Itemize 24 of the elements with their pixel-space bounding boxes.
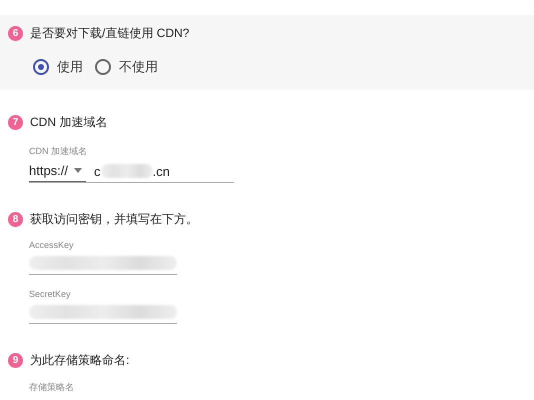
step-title: 获取访问密钥，并填写在下方。 <box>30 211 198 228</box>
redaction-blur <box>100 164 153 178</box>
step-number: 9 <box>8 353 23 368</box>
field-label: SecretKey <box>29 289 72 299</box>
step-title: 为此存储策略命名: <box>30 352 130 369</box>
protocol-select[interactable]: https:// <box>29 160 86 182</box>
radio-label: 不使用 <box>119 58 158 76</box>
radio-button[interactable] <box>95 59 111 75</box>
step-number: 8 <box>8 212 23 227</box>
field-value: .cn <box>152 164 170 178</box>
caret-icon <box>74 168 82 173</box>
step-number: 7 <box>8 115 23 130</box>
radio-option[interactable]: 使用 <box>33 58 83 76</box>
field-label: AccessKey <box>29 240 75 250</box>
field-label: 存储策略名 <box>29 381 75 394</box>
field-label: CDN 加速域名 <box>29 145 88 158</box>
radio-option[interactable]: 不使用 <box>95 58 158 76</box>
step-title: 是否要对下载/直链使用 CDN? <box>30 25 190 42</box>
radio-button[interactable] <box>33 59 49 75</box>
field-value: c <box>94 164 101 178</box>
radio-label: 使用 <box>57 58 83 76</box>
domain-field[interactable]: https:// c .cn <box>29 160 234 183</box>
step-number: 6 <box>8 26 23 41</box>
step-title: CDN 加速域名 <box>30 114 108 131</box>
